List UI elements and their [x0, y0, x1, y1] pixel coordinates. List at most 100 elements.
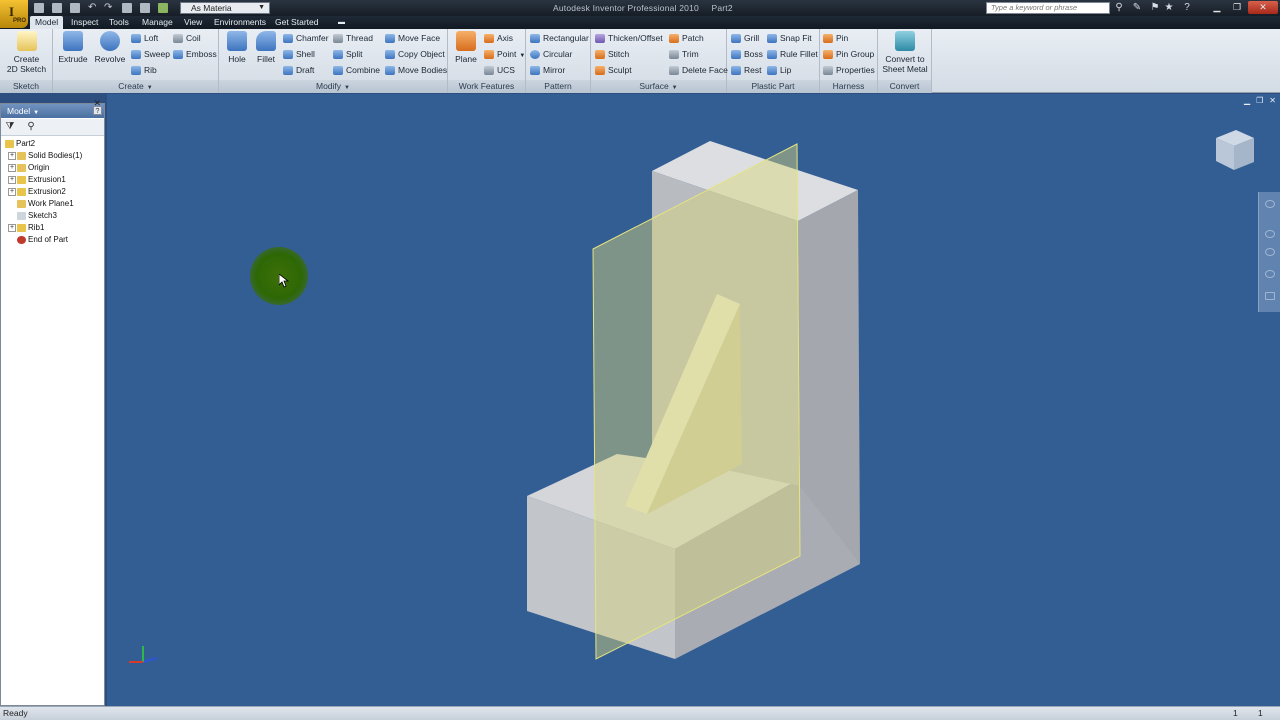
- surface-panel-title[interactable]: Surface ▼: [591, 80, 726, 93]
- update-icon[interactable]: [140, 3, 150, 13]
- save-icon[interactable]: [70, 3, 80, 13]
- combine-button[interactable]: Combine: [333, 63, 380, 77]
- sweep-button[interactable]: Sweep: [131, 47, 170, 61]
- chamfer-button[interactable]: Chamfer: [283, 31, 329, 45]
- coil-button[interactable]: Coil: [173, 31, 201, 45]
- tab-inspect[interactable]: Inspect: [66, 16, 103, 29]
- snap-fit-button[interactable]: Snap Fit: [767, 31, 812, 45]
- material-select[interactable]: As Materia ▼: [180, 2, 270, 14]
- tab-environments[interactable]: Environments: [209, 16, 271, 29]
- binoculars-icon[interactable]: ⚲: [1113, 2, 1125, 14]
- modify-panel-title[interactable]: Modify ▼: [219, 80, 447, 93]
- tab-manage[interactable]: Manage: [137, 16, 178, 29]
- help-search-input[interactable]: Type a keyword or phrase: [986, 2, 1110, 14]
- stitch-button[interactable]: Stitch: [595, 47, 629, 61]
- rule-fillet-button[interactable]: Rule Fillet: [767, 47, 818, 61]
- redo-icon[interactable]: ↷: [104, 3, 114, 13]
- fillet-button[interactable]: Fillet: [253, 31, 279, 64]
- ribbon-minimize-icon[interactable]: ▬: [333, 16, 350, 29]
- extrude-button[interactable]: Extrude: [57, 31, 89, 64]
- find-icon[interactable]: ⚲: [25, 121, 37, 133]
- move-face-button[interactable]: Move Face: [385, 31, 440, 45]
- rest-button[interactable]: Rest: [731, 63, 761, 77]
- tab-tools[interactable]: Tools: [104, 16, 134, 29]
- trim-button[interactable]: Trim: [669, 47, 699, 61]
- expand-icon[interactable]: +: [8, 187, 16, 196]
- pan-icon[interactable]: [1265, 230, 1275, 238]
- graphics-viewport[interactable]: ▁ ❐ ✕: [107, 94, 1280, 706]
- revolve-button[interactable]: Revolve: [93, 31, 127, 64]
- expand-icon[interactable]: +: [8, 223, 16, 232]
- tree-node[interactable]: + Rib1: [8, 222, 44, 234]
- axis-button[interactable]: Axis: [484, 31, 513, 45]
- properties-button[interactable]: Properties: [823, 63, 875, 77]
- thread-button[interactable]: Thread: [333, 31, 373, 45]
- thicken-offset-button[interactable]: Thicken/Offset: [595, 31, 663, 45]
- tree-node[interactable]: Work Plane1: [8, 198, 74, 210]
- tab-view[interactable]: View: [179, 16, 207, 29]
- restore-button[interactable]: ❐: [1226, 1, 1248, 14]
- loft-button[interactable]: Loft: [131, 31, 158, 45]
- sculpt-button[interactable]: Sculpt: [595, 63, 632, 77]
- tree-node[interactable]: + Solid Bodies(1): [8, 150, 82, 162]
- tools-icon[interactable]: ✎: [1131, 2, 1143, 14]
- open-file-icon[interactable]: [52, 3, 62, 13]
- select-icon[interactable]: [122, 3, 132, 13]
- delete-face-button[interactable]: Delete Face: [669, 63, 728, 77]
- subscription-icon[interactable]: ⚑: [1149, 2, 1161, 14]
- tree-node[interactable]: Part2: [5, 138, 35, 150]
- create-2d-sketch-button[interactable]: Create 2D Sketch: [4, 31, 49, 74]
- convert-to-sheet-metal-button[interactable]: Convert to Sheet Metal: [881, 31, 929, 74]
- point-button[interactable]: Point ▼: [484, 47, 525, 61]
- zoom-icon[interactable]: [1265, 248, 1275, 256]
- chamfer-icon: [283, 34, 293, 43]
- pin-group-button[interactable]: Pin Group: [823, 47, 874, 61]
- help-icon[interactable]: ?: [93, 106, 102, 115]
- draft-button[interactable]: Draft: [283, 63, 314, 77]
- rib-button[interactable]: Rib: [131, 63, 157, 77]
- rectangular-pattern-button[interactable]: Rectangular: [530, 31, 589, 45]
- shell-button[interactable]: Shell: [283, 47, 315, 61]
- mirror-button[interactable]: Mirror: [530, 63, 565, 77]
- filter-icon[interactable]: ⧩: [4, 121, 16, 133]
- patch-button[interactable]: Patch: [669, 31, 704, 45]
- move-bodies-button[interactable]: Move Bodies: [385, 63, 447, 77]
- help-icon[interactable]: ?: [1181, 2, 1193, 14]
- tab-get-started[interactable]: Get Started: [270, 16, 323, 29]
- tree-node[interactable]: Sketch3: [8, 210, 57, 222]
- tree-node[interactable]: End of Part: [8, 234, 68, 246]
- emboss-button[interactable]: Emboss: [173, 47, 217, 61]
- plane-button[interactable]: Plane: [452, 31, 480, 64]
- create-panel-title[interactable]: Create ▼: [53, 80, 218, 93]
- new-file-icon[interactable]: [34, 3, 44, 13]
- copy-object-button[interactable]: Copy Object: [385, 47, 445, 61]
- tree-node[interactable]: + Extrusion1: [8, 174, 66, 186]
- lip-button[interactable]: Lip: [767, 63, 791, 77]
- browser-header[interactable]: Model ▼ ✕ ?: [1, 98, 104, 118]
- close-button[interactable]: ✕: [1248, 1, 1278, 14]
- color-override-icon[interactable]: [158, 3, 168, 13]
- circular-pattern-button[interactable]: Circular: [530, 47, 572, 61]
- favorites-icon[interactable]: ★: [1163, 2, 1175, 14]
- sketch-panel: Create 2D Sketch Sketch: [0, 29, 53, 93]
- pin-button[interactable]: Pin: [823, 31, 848, 45]
- viewcube[interactable]: [1210, 124, 1260, 174]
- hole-button[interactable]: Hole: [223, 31, 251, 64]
- application-menu-button[interactable]: I PRO: [0, 0, 28, 28]
- expand-icon[interactable]: +: [8, 163, 16, 172]
- tab-model[interactable]: Model: [30, 16, 64, 29]
- grill-button[interactable]: Grill: [731, 31, 759, 45]
- part-model[interactable]: [107, 94, 1280, 706]
- undo-icon[interactable]: ↶: [88, 3, 98, 13]
- boss-button[interactable]: Boss: [731, 47, 763, 61]
- split-button[interactable]: Split: [333, 47, 363, 61]
- ucs-button[interactable]: UCS: [484, 63, 515, 77]
- orbit-icon[interactable]: [1265, 270, 1275, 278]
- steering-wheel-icon[interactable]: [1265, 200, 1275, 208]
- look-at-icon[interactable]: [1265, 292, 1275, 300]
- tree-node[interactable]: + Extrusion2: [8, 186, 66, 198]
- minimize-button[interactable]: ▁: [1206, 1, 1228, 14]
- tree-node[interactable]: + Origin: [8, 162, 49, 174]
- expand-icon[interactable]: +: [8, 151, 16, 160]
- expand-icon[interactable]: +: [8, 175, 16, 184]
